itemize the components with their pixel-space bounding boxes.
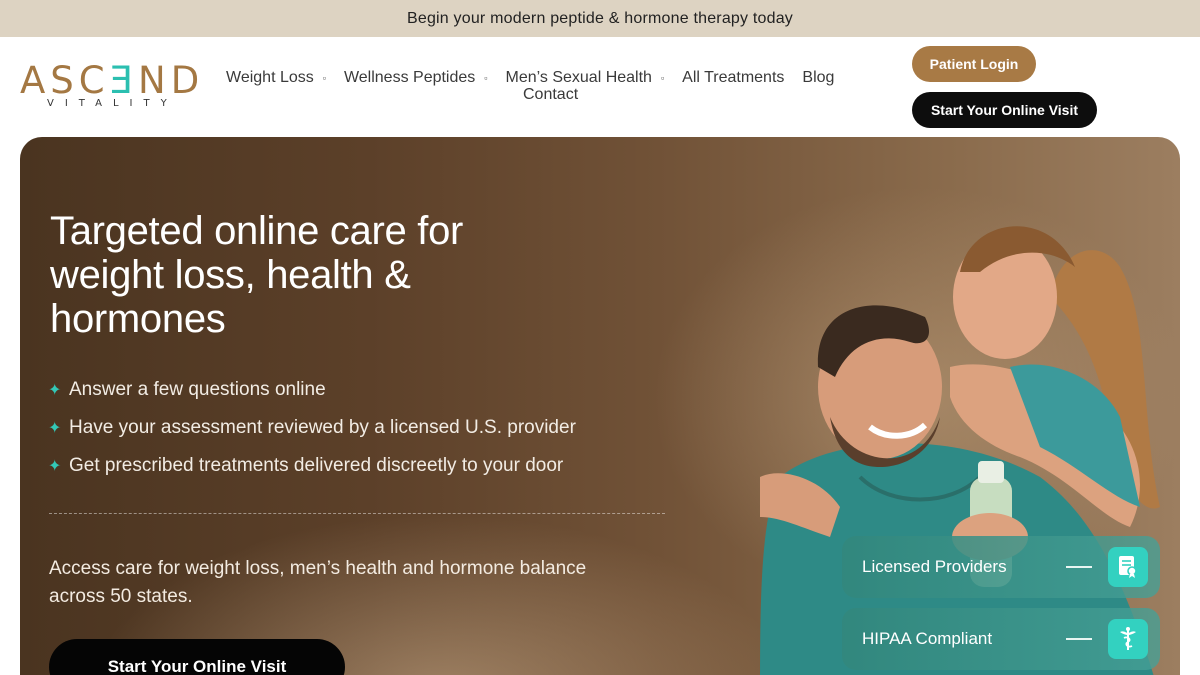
- site-header: ASCƎND VITALITY Weight Loss ▫ Wellness Pe…: [0, 37, 1200, 137]
- hero-couple-photo: [760, 226, 1160, 675]
- hero-bullet: ✦ Answer a few questions online: [48, 379, 326, 400]
- hero-title: Targeted online care for weight loss, he…: [50, 209, 464, 341]
- caduceus-icon: [1108, 619, 1148, 659]
- main-nav: Weight Loss ▫ Wellness Peptides ▫ Men’s Se…: [226, 68, 896, 103]
- dropdown-caret-icon: ▫: [660, 73, 665, 83]
- sparkle-icon: ✦: [48, 420, 62, 437]
- certificate-icon: [1108, 547, 1148, 587]
- nav-item-all-treatments[interactable]: All Treatments: [682, 69, 784, 87]
- announcement-text: Begin your modern peptide & hormone ther…: [406, 9, 794, 27]
- sparkle-icon: ✦: [48, 382, 62, 399]
- hero-bullet: ✦ Get prescribed treatments delivered di…: [48, 455, 564, 476]
- nav-item-contact[interactable]: Contact: [523, 86, 578, 104]
- badge-divider-line: [1066, 566, 1092, 568]
- start-visit-header-button[interactable]: Start Your Online Visit: [912, 92, 1097, 128]
- logo-tagline: VITALITY: [47, 98, 178, 109]
- sparkle-icon: ✦: [48, 458, 62, 475]
- badge-divider-line: [1066, 638, 1092, 640]
- patient-login-button[interactable]: Patient Login: [912, 46, 1036, 82]
- nav-item-blog[interactable]: Blog: [802, 69, 834, 87]
- nav-item-wellness-peptides[interactable]: Wellness Peptides ▫: [344, 69, 488, 87]
- start-visit-hero-button[interactable]: Start Your Online Visit: [49, 639, 345, 675]
- hipaa-compliant-badge: HIPAA Compliant: [842, 608, 1160, 670]
- licensed-providers-badge: Licensed Providers: [842, 536, 1160, 598]
- hero-section: Targeted online care for weight loss, he…: [20, 137, 1180, 675]
- nav-item-weight-loss[interactable]: Weight Loss ▫: [226, 69, 326, 87]
- hero-bullet-list: ✦ Answer a few questions online ✦ Have y…: [48, 371, 688, 485]
- dropdown-caret-icon: ▫: [484, 73, 488, 83]
- nav-item-mens-sexual-health[interactable]: Men’s Sexual Health ▫: [505, 69, 664, 87]
- logo-wordmark: ASCƎND: [20, 59, 205, 102]
- hero-subcopy: Access care for weight loss, men’s healt…: [49, 558, 587, 607]
- hero-bullet: ✦ Have your assessment reviewed by a lic…: [48, 417, 576, 438]
- announcement-bar: Begin your modern peptide & hormone ther…: [0, 0, 1200, 37]
- dashed-divider: [49, 513, 665, 514]
- brand-logo[interactable]: ASCƎND VITALITY: [20, 62, 214, 114]
- dropdown-caret-icon: ▫: [322, 73, 326, 83]
